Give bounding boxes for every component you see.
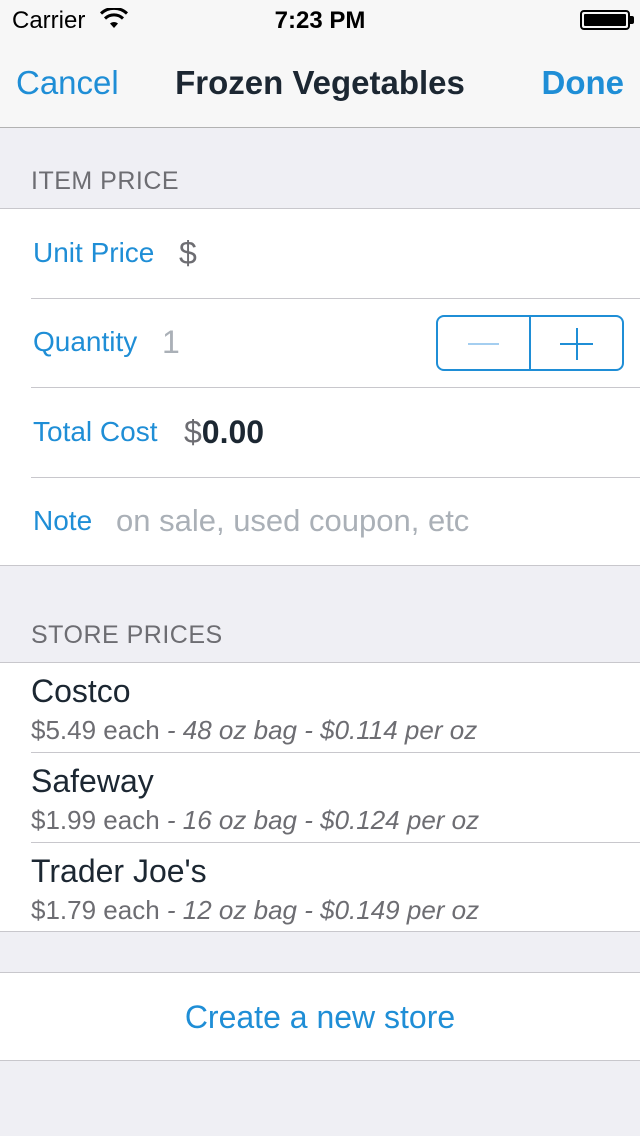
status-bar: Carrier 7:23 PM xyxy=(0,0,640,40)
quantity-label: Quantity xyxy=(33,326,138,357)
battery-icon xyxy=(580,10,634,30)
store-name: Safeway xyxy=(31,763,154,799)
detail-separator: - xyxy=(159,715,183,745)
store-unit-price: $0.149 per oz xyxy=(320,895,480,925)
note-input[interactable]: on sale, used coupon, etc xyxy=(116,503,469,539)
store-row-costco[interactable]: Costco $5.49 each - 48 oz bag - $0.114 p… xyxy=(0,663,640,753)
unit-price-label: Unit Price xyxy=(33,237,155,268)
detail-separator: - xyxy=(159,805,183,835)
create-store-button[interactable]: Create a new store xyxy=(0,972,640,1061)
store-prices-group: Costco $5.49 each - 48 oz bag - $0.114 p… xyxy=(0,662,640,932)
done-button[interactable]: Done xyxy=(542,64,625,102)
detail-separator: - xyxy=(297,805,321,835)
quantity-stepper[interactable] xyxy=(436,315,624,371)
total-cost-amount: 0.00 xyxy=(201,414,265,450)
item-price-group: Unit Price $ Quantity 1 Total Cost $0.00… xyxy=(0,208,640,566)
store-package-size: 12 oz bag xyxy=(182,895,297,925)
store-package-size: 48 oz bag xyxy=(182,715,297,745)
detail-separator: - xyxy=(297,715,321,745)
store-row-safeway[interactable]: Safeway $1.99 each - 16 oz bag - $0.124 … xyxy=(0,753,640,843)
store-unit-price: $0.114 per oz xyxy=(320,715,478,745)
total-cost-label: Total Cost xyxy=(33,416,158,447)
store-unit-price: $0.124 per oz xyxy=(320,805,480,835)
total-cost-value: $0.00 xyxy=(184,414,264,451)
item-price-header: ITEM PRICE xyxy=(31,167,180,195)
note-row[interactable]: Note on sale, used coupon, etc xyxy=(0,477,640,567)
minus-icon xyxy=(468,343,499,345)
total-cost-row: Total Cost $0.00 xyxy=(0,388,640,478)
store-row-trader-joes[interactable]: Trader Joe's $1.79 each - 12 oz bag - $0… xyxy=(0,843,640,933)
total-cost-currency: $ xyxy=(184,414,202,450)
clock: 7:23 PM xyxy=(274,7,366,34)
quantity-value[interactable]: 1 xyxy=(162,324,180,361)
note-label: Note xyxy=(33,505,93,536)
store-name: Costco xyxy=(31,673,131,709)
detail-separator: - xyxy=(159,895,183,925)
detail-separator: - xyxy=(297,895,321,925)
store-price-detail: $5.49 each - 48 oz bag - $0.114 per oz xyxy=(31,715,477,746)
unit-price-field[interactable]: $ xyxy=(179,235,197,272)
store-name: Trader Joe's xyxy=(31,853,207,889)
store-prices-header: STORE PRICES xyxy=(31,621,223,649)
quantity-row: Quantity 1 xyxy=(0,298,640,388)
unit-price-row[interactable]: Unit Price $ xyxy=(0,209,640,299)
store-each-price: $5.49 each xyxy=(31,715,160,745)
store-each-price: $1.99 each xyxy=(31,805,160,835)
store-price-detail: $1.99 each - 16 oz bag - $0.124 per oz xyxy=(31,805,479,836)
decrement-button[interactable] xyxy=(438,317,531,369)
navigation-bar: Cancel Frozen Vegetables Done xyxy=(0,40,640,128)
store-price-detail: $1.79 each - 12 oz bag - $0.149 per oz xyxy=(31,895,479,926)
store-package-size: 16 oz bag xyxy=(182,805,297,835)
increment-button[interactable] xyxy=(531,317,622,369)
store-each-price: $1.79 each xyxy=(31,895,160,925)
